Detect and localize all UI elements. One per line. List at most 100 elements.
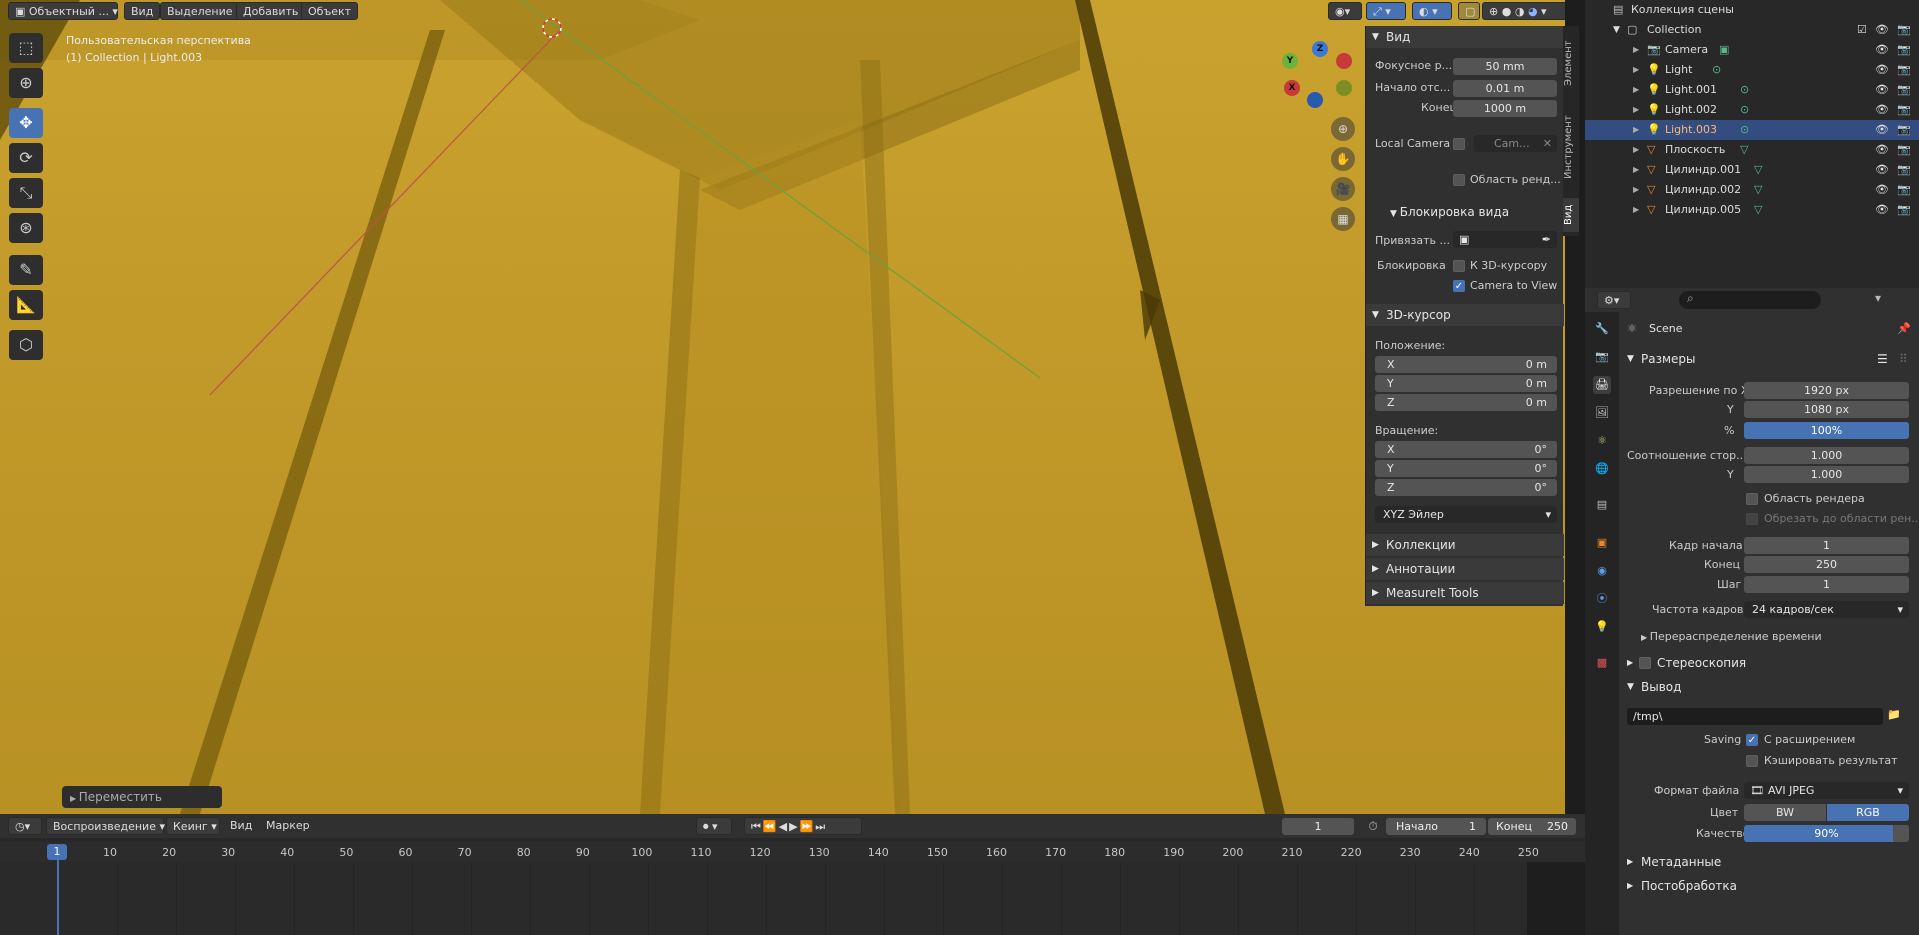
tab-tool[interactable]: Инструмент <box>1563 102 1579 192</box>
playhead-frame-indicator[interactable]: 1 <box>47 844 67 860</box>
world-tab-icon[interactable]: 🌐 <box>1593 460 1611 478</box>
eye-icon[interactable]: 👁 <box>1875 20 1889 40</box>
camera-restrict-icon[interactable]: 📷 <box>1897 160 1911 180</box>
3d-viewport[interactable]: ▣ Объектный ... ▾ Вид Выделение Добавить… <box>0 0 1565 814</box>
time-remap-subpanel[interactable]: ▶ Перераспределение времени <box>1641 630 1822 643</box>
clip-end-field[interactable]: 1000 m <box>1453 100 1557 117</box>
lock-cursor-checkbox[interactable] <box>1453 260 1465 272</box>
mode-selector[interactable]: ▣ Объектный ... ▾ <box>8 2 118 20</box>
tab-item[interactable]: Элемент <box>1563 32 1579 94</box>
cursor-tool[interactable]: ⊕ <box>9 68 43 98</box>
camera-restrict-icon[interactable]: 📷 <box>1897 120 1911 140</box>
camera-to-view-checkbox[interactable]: ✓ <box>1453 280 1465 292</box>
menu-view[interactable]: Вид <box>224 817 258 835</box>
outliner-item[interactable]: ▶ ▽ Цилиндр.005 ▽ 👁 📷 <box>1585 200 1919 220</box>
overlays-toggle[interactable]: ◐ ▾ <box>1412 2 1452 20</box>
scene-tab-icon[interactable]: ⚛ <box>1593 432 1611 450</box>
outliner-item[interactable]: ▶ 💡 Light ⊙ 👁 📷 <box>1585 60 1919 80</box>
camera-view-icon[interactable]: 🎥 <box>1331 177 1355 201</box>
folder-icon[interactable]: 📁 <box>1887 708 1901 721</box>
object-tab-icon[interactable]: ▣ <box>1593 534 1611 552</box>
expand-arrow-icon[interactable]: ▶ <box>1633 100 1639 120</box>
resolution-y-field[interactable]: 1080 px <box>1744 401 1909 418</box>
outliner-item[interactable]: ▶ 💡 Light.001 ⊙ 👁 📷 <box>1585 80 1919 100</box>
cursor-location-y-field[interactable]: Y0 m <box>1375 375 1557 392</box>
local-camera-checkbox[interactable] <box>1453 138 1465 150</box>
gizmo-neg-x-axis[interactable] <box>1336 53 1352 69</box>
eye-icon[interactable]: 👁 <box>1875 120 1889 140</box>
collection-tab-icon[interactable]: ▤ <box>1593 496 1611 514</box>
prev-keyframe-icon[interactable]: ⏪ <box>763 820 779 833</box>
light-data-icon[interactable]: ⊙ <box>1740 120 1749 140</box>
file-format-dropdown[interactable]: 🎞 AVI JPEG ▾ <box>1744 782 1909 799</box>
texture-tab-icon[interactable]: ▩ <box>1593 654 1611 672</box>
ortho-grid-icon[interactable]: ▦ <box>1331 207 1355 231</box>
cursor-rotation-y-field[interactable]: Y 0° <box>1375 460 1557 477</box>
navigation-gizmo[interactable]: Z Y X <box>1280 40 1352 110</box>
cursor-location-x-field[interactable]: X0 m <box>1375 356 1557 373</box>
cache-result-checkbox[interactable] <box>1746 755 1758 767</box>
frame-rate-dropdown[interactable]: 24 кадров/сек ▾ <box>1744 601 1909 618</box>
visibility-dropdown[interactable]: ◉▾ <box>1328 2 1362 20</box>
exclude-checkbox-icon[interactable]: ☑ <box>1857 20 1867 40</box>
file-extensions-checkbox[interactable]: ✓ <box>1746 734 1758 746</box>
output-panel-header[interactable]: ▼ Вывод <box>1619 676 1919 698</box>
eye-icon[interactable]: 👁 <box>1875 140 1889 160</box>
eye-icon[interactable]: 👁 <box>1875 160 1889 180</box>
outliner-item[interactable]: ▶ ▽ Плоскость ▽ 👁 📷 <box>1585 140 1919 160</box>
pin-icon[interactable]: 📌 <box>1897 322 1911 335</box>
cursor-rotation-x-field[interactable]: X 0° <box>1375 441 1557 458</box>
aspect-y-field[interactable]: 1.000 <box>1744 466 1909 483</box>
render-tab-icon[interactable]: 📷 <box>1593 348 1611 366</box>
light-data-icon[interactable]: ⊙ <box>1740 100 1749 120</box>
menu-add[interactable]: Добавить <box>236 2 306 20</box>
next-keyframe-icon[interactable]: ⏩ <box>800 820 816 833</box>
gizmo-z-axis[interactable]: Z <box>1312 41 1328 57</box>
cursor-location-z-field[interactable]: Z0 m <box>1375 394 1557 411</box>
expand-arrow-icon[interactable]: ▶ <box>1633 40 1639 60</box>
3d-cursor-panel-header[interactable]: ▼ 3D-курсор <box>1366 304 1564 326</box>
zoom-icon[interactable]: ⊕ <box>1331 117 1355 141</box>
add-cube-tool[interactable]: ⬡ <box>9 330 43 360</box>
expand-arrow-icon[interactable]: ▶ <box>1633 200 1639 220</box>
rendered-icon[interactable]: ◕ <box>1528 5 1538 18</box>
camera-restrict-icon[interactable]: 📷 <box>1897 40 1911 60</box>
xray-toggle[interactable]: ▢ <box>1458 2 1480 20</box>
expand-arrow-icon[interactable]: ▶ <box>1633 80 1639 100</box>
frame-end-field[interactable]: 250 <box>1744 556 1909 573</box>
light-data-icon[interactable]: ⊙ <box>1740 80 1749 100</box>
presets-icon[interactable]: ☰ <box>1877 348 1888 370</box>
jump-end-icon[interactable]: ⏭ <box>815 820 827 833</box>
properties-search-input[interactable]: ⌕ <box>1679 291 1821 309</box>
light-data-tab-icon[interactable]: 💡 <box>1593 618 1611 636</box>
camera-restrict-icon[interactable]: 📷 <box>1897 200 1911 220</box>
menu-object[interactable]: Объект <box>301 2 359 20</box>
menu-playback[interactable]: Воспроизведение ▾ <box>46 817 165 835</box>
menu-marker[interactable]: Маркер <box>260 817 316 835</box>
eye-icon[interactable]: 👁 <box>1875 60 1889 80</box>
eye-icon[interactable]: 👁 <box>1875 80 1889 100</box>
transform-tool[interactable]: ⊛ <box>9 213 43 243</box>
shading-modes[interactable]: ⊕ ● ◑ ◕ ▾ <box>1482 2 1565 20</box>
pan-hand-icon[interactable]: ✋ <box>1331 147 1355 171</box>
playhead-line[interactable] <box>57 860 59 935</box>
outliner-item[interactable]: ▶ 📷 Camera ▣ 👁 📷 <box>1585 40 1919 60</box>
measureit-panel-header[interactable]: ▶ MeasureIt Tools <box>1366 582 1564 604</box>
expand-arrow-icon[interactable]: ▶ <box>1633 160 1639 180</box>
wireframe-icon[interactable]: ⊕ <box>1489 5 1498 18</box>
render-region-checkbox[interactable] <box>1453 174 1465 186</box>
color-rgb-button[interactable]: RGB <box>1827 804 1909 821</box>
annotations-panel-header[interactable]: ▶ Аннотации <box>1366 558 1564 580</box>
material-icon[interactable]: ◑ <box>1515 5 1525 18</box>
frame-step-field[interactable]: 1 <box>1744 576 1909 593</box>
outliner-item[interactable]: ▶ ▽ Цилиндр.001 ▽ 👁 📷 <box>1585 160 1919 180</box>
eye-icon[interactable]: 👁 <box>1875 40 1889 60</box>
lock-to-object-field[interactable]: ▣ ✒ <box>1453 231 1557 248</box>
expand-arrow-icon[interactable]: ▶ <box>1633 180 1639 200</box>
gizmo-y-axis[interactable]: Y <box>1282 53 1298 69</box>
camera-restrict-icon[interactable]: 📷 <box>1897 20 1911 40</box>
metadata-panel-header[interactable]: ▶ Метаданные <box>1619 851 1919 873</box>
drag-handle-icon[interactable]: ⠿ <box>1899 348 1908 370</box>
light-data-icon[interactable]: ⊙ <box>1712 60 1721 80</box>
stereoscopy-checkbox[interactable] <box>1639 657 1651 669</box>
